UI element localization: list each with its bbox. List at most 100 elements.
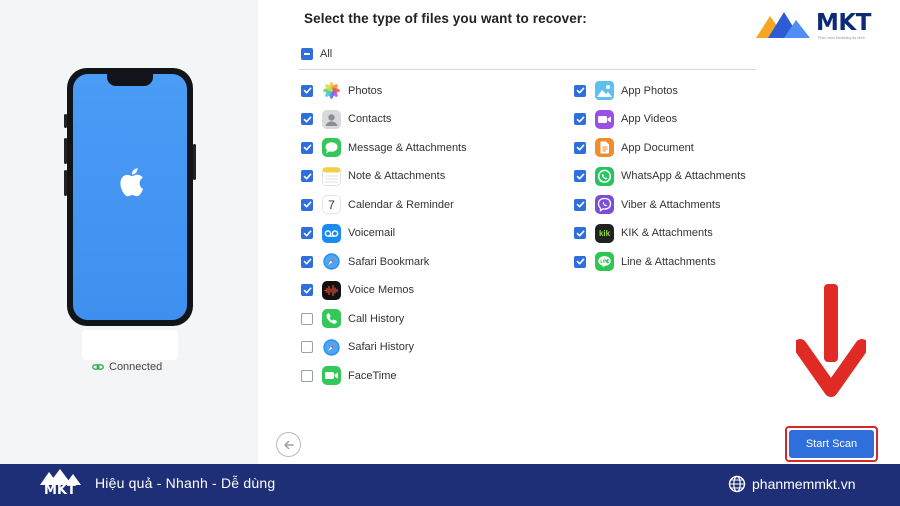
footer-logo: MKT <box>38 468 82 502</box>
file-type-contacts[interactable]: Contacts <box>301 109 392 129</box>
checkbox-checked-icon[interactable] <box>574 141 586 154</box>
checkbox-checked-icon[interactable] <box>301 84 313 97</box>
app-document-icon <box>595 138 614 157</box>
apple-icon <box>120 168 144 197</box>
viber-icon <box>595 195 614 214</box>
link-icon <box>92 364 104 370</box>
file-type-label: WhatsApp & Attachments <box>621 170 746 182</box>
checkbox-checked-icon[interactable] <box>574 198 586 211</box>
footer-bar: MKT Hiệu quả - Nhanh - Dễ dùng phanmemmk… <box>0 464 900 506</box>
iphone-illustration <box>64 68 196 326</box>
file-type-label: KIK & Attachments <box>621 227 713 239</box>
arrow-left-icon <box>283 440 294 449</box>
checkbox-unchecked-icon[interactable] <box>301 341 313 353</box>
file-type-note-and-attachments[interactable]: Note & Attachments <box>301 166 446 186</box>
voice-memos-icon <box>322 280 341 300</box>
file-type-label: Note & Attachments <box>348 170 446 182</box>
connection-status-label: Connected <box>109 361 163 373</box>
footer-logo-text: MKT <box>44 483 76 498</box>
file-type-label: Photos <box>348 84 383 97</box>
file-type-viber-and-attachments[interactable]: Viber & Attachments <box>574 195 720 214</box>
checkbox-checked-icon[interactable] <box>574 84 586 97</box>
file-type-app-photos[interactable]: App Photos <box>574 81 678 100</box>
file-type-label: App Document <box>621 141 694 154</box>
back-button[interactable] <box>276 432 301 457</box>
app-photos-icon <box>595 81 614 100</box>
app-videos-icon <box>595 109 614 129</box>
start-scan-button[interactable]: Start Scan <box>789 430 874 458</box>
file-type-whatsapp-and-attachments[interactable]: WhatsApp & Attachments <box>574 166 746 186</box>
arrow-down-icon <box>796 284 866 397</box>
file-type-app-videos[interactable]: App Videos <box>574 109 678 129</box>
file-type-label: App Videos <box>621 113 678 125</box>
file-type-voicemail[interactable]: Voicemail <box>301 223 396 243</box>
connection-status: Connected <box>92 361 162 373</box>
checkbox-checked-icon[interactable] <box>301 170 313 182</box>
file-type-safari-history[interactable]: Safari History <box>301 337 415 357</box>
page-title: Select the type of files you want to rec… <box>304 11 587 26</box>
kik-icon: kik <box>595 223 614 243</box>
photos-icon <box>322 81 341 100</box>
checkbox-checked-icon[interactable] <box>301 198 313 211</box>
globe-icon <box>728 475 746 493</box>
file-type-label: Message & Attachments <box>348 141 467 154</box>
checkbox-checked-icon[interactable] <box>301 255 313 268</box>
file-type-label: Call History <box>348 312 405 325</box>
file-type-label: Viber & Attachments <box>621 198 721 211</box>
file-type-label: Line & Attachments <box>621 255 716 268</box>
file-type-label: Voicemail <box>348 227 396 239</box>
checkbox-unchecked-icon[interactable] <box>301 369 313 382</box>
device-name-box <box>82 330 178 360</box>
file-type-kik-and-attachments[interactable]: kik KIK & Attachments <box>574 223 713 243</box>
website-label: phanmemmkt.vn <box>752 476 856 492</box>
file-type-label: Voice Memos <box>348 284 415 296</box>
device-panel: Connected <box>0 0 258 464</box>
safari-icon <box>322 252 341 271</box>
mkt-logo-icon <box>756 12 810 38</box>
logo-text: MKT <box>816 10 871 36</box>
checkbox-checked-icon[interactable] <box>574 113 586 125</box>
safari-icon <box>322 337 341 357</box>
checkbox-checked-icon[interactable] <box>301 113 313 125</box>
file-type-calendar-and-reminder[interactable]: 7 Calendar & Reminder <box>301 195 454 214</box>
calendar-glyph: 7 <box>328 197 335 212</box>
checkbox-checked-icon[interactable] <box>301 284 313 296</box>
select-all-label: All <box>320 48 333 60</box>
file-type-label: Calendar & Reminder <box>348 198 454 211</box>
notes-icon <box>322 166 341 186</box>
checkbox-checked-icon[interactable] <box>301 227 313 239</box>
checkbox-icon[interactable] <box>301 48 313 60</box>
checkbox-checked-icon[interactable] <box>574 255 586 268</box>
file-type-message-and-attachments[interactable]: Message & Attachments <box>301 138 467 157</box>
checkbox-unchecked-icon[interactable] <box>301 312 313 325</box>
file-type-safari-bookmark[interactable]: Safari Bookmark <box>301 252 429 271</box>
website-link[interactable]: phanmemmkt.vn <box>728 475 855 493</box>
file-type-label: Contacts <box>348 113 392 125</box>
messages-icon <box>322 138 341 157</box>
file-type-app-document[interactable]: App Document <box>574 138 694 157</box>
file-type-voice-memos[interactable]: Voice Memos <box>301 280 415 300</box>
select-all-checkbox[interactable]: All <box>301 48 332 60</box>
file-type-label: FaceTime <box>348 369 397 382</box>
file-type-facetime[interactable]: FaceTime <box>301 366 397 385</box>
phone-screen <box>73 74 187 320</box>
kik-glyph: kik <box>598 228 611 238</box>
file-type-label: App Photos <box>621 84 678 97</box>
slogan: Hiệu quả - Nhanh - Dễ dùng <box>95 475 276 491</box>
file-type-call-history[interactable]: Call History <box>301 309 404 328</box>
file-type-label: Safari Bookmark <box>348 255 430 268</box>
mkt-logo: MKT Phần mềm Marketing đa kênh <box>754 8 894 42</box>
checkbox-checked-icon[interactable] <box>574 227 586 239</box>
file-type-photos[interactable]: Photos <box>301 81 382 100</box>
checkbox-checked-icon[interactable] <box>574 170 586 182</box>
checkbox-checked-icon[interactable] <box>301 141 313 154</box>
phone-icon <box>322 309 341 328</box>
whatsapp-icon <box>595 166 614 186</box>
divider <box>299 69 756 70</box>
file-type-label: Safari History <box>348 341 415 353</box>
file-type-line-and-attachments[interactable]: Line & Attachments <box>574 252 716 271</box>
logo-subtitle: Phần mềm Marketing đa kênh <box>818 36 865 40</box>
calendar-icon: 7 <box>322 195 341 214</box>
facetime-icon <box>322 366 341 385</box>
voicemail-icon <box>322 223 341 243</box>
